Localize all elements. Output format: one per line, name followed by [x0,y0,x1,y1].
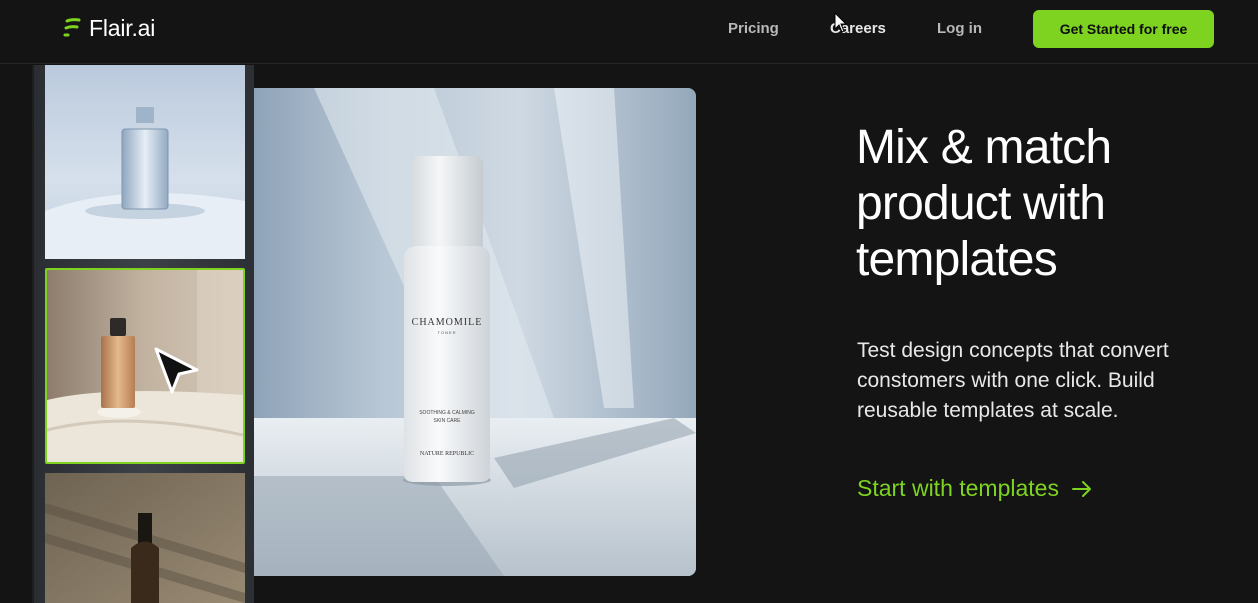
bottle-label-title: CHAMOMILE [412,317,483,328]
arrow-right-icon [1071,480,1091,497]
hero-headline: Mix & match product with templates [856,120,1216,288]
main-product-image: CHAMOMILE TONER SOOTHING & CALMING SKIN … [254,88,696,576]
template-link-label: Start with templates [857,475,1059,501]
start-with-templates-link[interactable]: Start with templates [857,475,1093,502]
thumbnail-fragrance-selected[interactable] [45,268,245,464]
brand-name: Flair.ai [89,15,156,41]
top-nav: Flair.ai Pricing Careers Log in Get Star… [0,0,1258,64]
chamomile-toner-image: CHAMOMILE TONER SOOTHING & CALMING SKIN … [254,88,696,576]
headline-line-3: templates [856,233,1058,286]
page: Flair.ai Pricing Careers Log in Get Star… [0,0,1258,603]
headline-line-1: Mix & match [856,121,1112,174]
dark-perfume-image [45,473,245,603]
bottle-label-line1: SOOTHING & CALMING [419,410,475,416]
fragrance-bottle-image [47,270,243,462]
mouse-cursor-icon [834,12,848,33]
hero-description: Test design concepts that convert consto… [857,339,1169,422]
flair-logo-icon [63,17,81,36]
get-started-button[interactable]: Get Started for free [1033,10,1214,48]
nav-pricing-link[interactable]: Pricing [728,20,779,37]
bottle-label-brand: NATURE REPUBLIC [420,451,474,457]
perfume-bottle-image [45,65,245,259]
template-thumbnail-strip [32,65,254,603]
headline-line-2: product with [856,177,1106,230]
bottle-label-line2: SKIN CARE [434,418,462,424]
thumbnail-dark-perfume[interactable] [45,473,245,603]
pointer-cursor-icon [154,347,199,394]
thumbnail-perfume-bottle[interactable] [45,65,245,259]
brand-logo[interactable]: Flair.ai [63,15,155,42]
bottle-label-subtitle: TONER [438,330,457,335]
nav-login-link[interactable]: Log in [937,20,982,37]
